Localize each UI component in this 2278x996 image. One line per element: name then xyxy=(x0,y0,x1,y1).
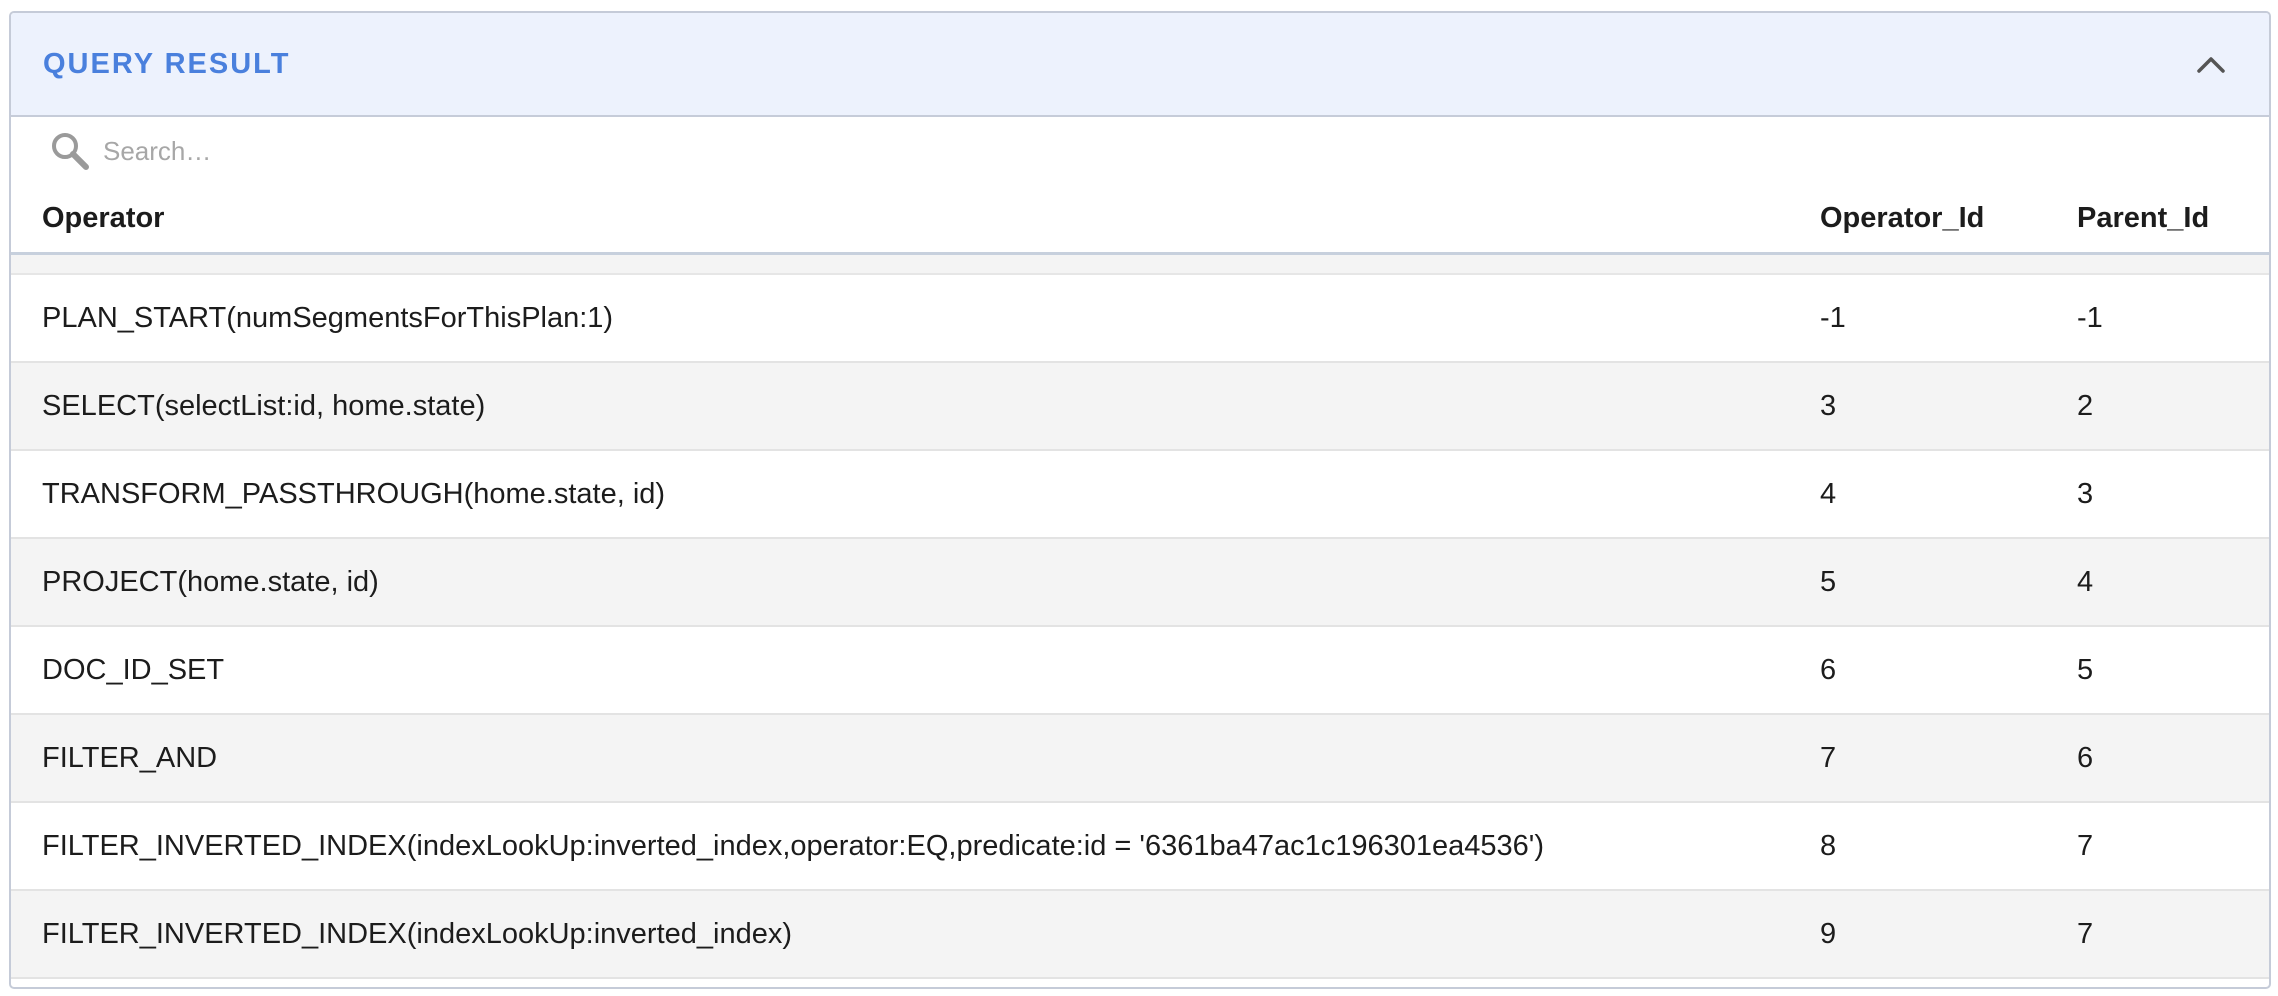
cell-operator-id: 8 xyxy=(1820,829,1837,862)
table-row[interactable]: PLAN_START(numSegmentsForThisPlan:1) -1 … xyxy=(11,275,2269,363)
cell-parent-id: 4 xyxy=(2077,565,2094,598)
cell-operator-id: 5 xyxy=(1820,565,1837,598)
column-header-operator-id[interactable]: Operator_Id xyxy=(1820,202,2077,235)
cell-operator: TRANSFORM_PASSTHROUGH(home.state, id) xyxy=(42,477,666,510)
panel-header[interactable]: QUERY RESULT xyxy=(11,13,2269,117)
cell-operator-id: -1 xyxy=(1820,301,1846,334)
column-header-operator[interactable]: Operator xyxy=(11,202,1820,235)
cell-operator: FILTER_INVERTED_INDEX(indexLookUp:invert… xyxy=(42,829,1544,862)
cell-parent-id: -1 xyxy=(2077,301,2103,334)
table-header: Operator Operator_Id Parent_Id xyxy=(11,185,2269,255)
table-row[interactable]: DOC_ID_SET 6 5 xyxy=(11,627,2269,715)
chevron-up-icon xyxy=(2197,57,2225,73)
cell-operator: DOC_ID_SET xyxy=(42,653,225,686)
cell-operator-id: 3 xyxy=(1820,389,1837,422)
cell-operator: FILTER_INVERTED_INDEX(indexLookUp:invert… xyxy=(42,917,793,950)
cell-parent-id: 7 xyxy=(2077,917,2094,950)
table-row[interactable]: SELECT(selectList:id, home.state) 3 2 xyxy=(11,363,2269,451)
cell-operator-id: 9 xyxy=(1820,917,1837,950)
cell-operator: SELECT(selectList:id, home.state) xyxy=(42,389,486,422)
cell-operator-id: 6 xyxy=(1820,653,1837,686)
query-result-panel: QUERY RESULT Operator Operator_Id Parent… xyxy=(9,11,2271,989)
table-row[interactable]: FILTER_INVERTED_INDEX(indexLookUp:invert… xyxy=(11,803,2269,891)
cell-operator: PROJECT(home.state, id) xyxy=(42,565,379,598)
cell-operator: FILTER_AND xyxy=(42,741,218,774)
cell-operator-id: 7 xyxy=(1820,741,1837,774)
table-row[interactable]: FILTER_INVERTED_INDEX(indexLookUp:invert… xyxy=(11,891,2269,979)
cell-parent-id: 5 xyxy=(2077,653,2094,686)
cell-parent-id: 6 xyxy=(2077,741,2094,774)
cell-parent-id: 7 xyxy=(2077,829,2094,862)
cell-parent-id: 3 xyxy=(2077,477,2094,510)
table-row[interactable]: FILTER_AND 7 6 xyxy=(11,715,2269,803)
table-body[interactable]: PLAN_START(numSegmentsForThisPlan:1) -1 … xyxy=(11,275,2269,979)
search-input[interactable] xyxy=(103,135,1003,167)
column-header-parent-id[interactable]: Parent_Id xyxy=(2077,202,2269,235)
scrolled-row-edge xyxy=(11,255,2269,275)
search-bar xyxy=(11,117,2269,185)
search-icon xyxy=(49,129,93,173)
panel-title: QUERY RESULT xyxy=(43,47,291,80)
table-row[interactable]: PROJECT(home.state, id) 5 4 xyxy=(11,539,2269,627)
table-row[interactable]: TRANSFORM_PASSTHROUGH(home.state, id) 4 … xyxy=(11,451,2269,539)
cell-operator-id: 4 xyxy=(1820,477,1837,510)
collapse-button[interactable] xyxy=(2191,44,2231,84)
cell-operator: PLAN_START(numSegmentsForThisPlan:1) xyxy=(42,301,614,334)
cell-parent-id: 2 xyxy=(2077,389,2094,422)
